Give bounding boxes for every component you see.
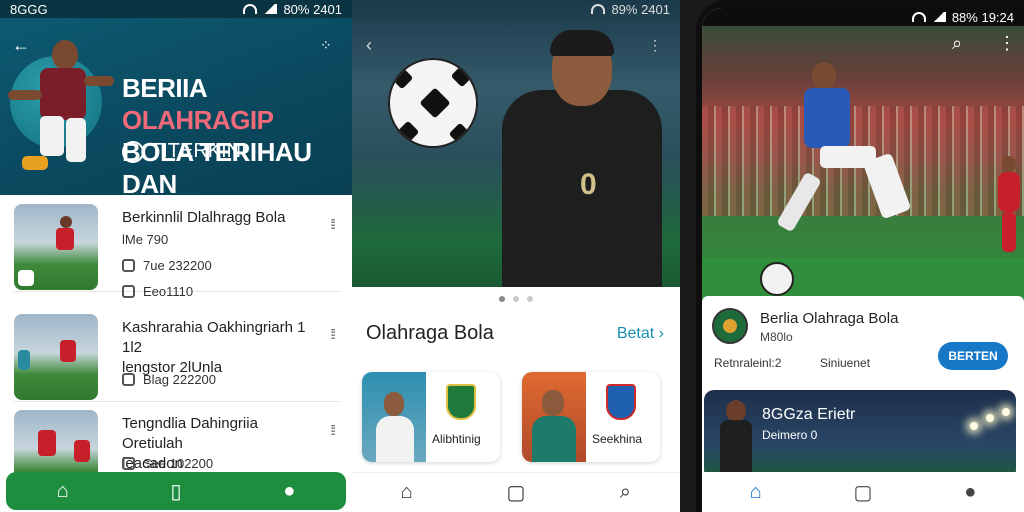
chat-icon[interactable]: ▢ xyxy=(845,480,881,505)
news-title: Kashrarahia Oakhingriarh 1 1l2 lengstor … xyxy=(122,318,322,378)
search-icon[interactable]: ⌕ xyxy=(607,481,643,504)
status-bar: 89% 2401 xyxy=(352,0,680,18)
floodlight xyxy=(986,414,994,422)
more-options-icon[interactable]: ⁞⁞ xyxy=(330,326,336,342)
signal-icon xyxy=(263,4,278,14)
bottom-navigation: ⌂ ▢ ⌕ xyxy=(352,472,680,512)
back-chevron-icon[interactable]: ‹ xyxy=(366,36,372,54)
team-card[interactable]: Alibhtinig xyxy=(362,372,500,462)
wifi-icon xyxy=(243,4,258,14)
news-title-line1: Kashrarahia Oakhingriarh 1 1l2 xyxy=(122,319,306,356)
club-crest-icon xyxy=(606,384,636,420)
news-item[interactable]: Berkinnlil Dlalhragg Bola lMe 790 7ue 23… xyxy=(14,196,340,299)
news-title-line1: Tengndlia Dahingriia Oretiulah xyxy=(122,415,258,452)
news-icon[interactable]: ▢ xyxy=(498,480,534,505)
more-options-icon[interactable]: ⁞⁞ xyxy=(330,216,336,232)
player-photo xyxy=(362,372,426,462)
grid-menu-icon[interactable]: ⁘ xyxy=(320,36,332,54)
header-banner: 8GGG 80% 2401 ← ⁘ BERIIA OLAHRAGIP BOLA … xyxy=(0,0,352,199)
club-title: Berlia Olahraga Bola xyxy=(760,310,899,327)
carousel-pager[interactable] xyxy=(352,296,680,302)
home-icon[interactable]: ⌂ xyxy=(738,481,774,504)
more-options-icon[interactable]: ⁞⁞ xyxy=(330,422,336,438)
profile-icon[interactable]: ● xyxy=(271,480,307,503)
see-more-link[interactable]: Betat › xyxy=(617,325,664,343)
news-thumbnail xyxy=(14,204,98,290)
tag-icon xyxy=(122,457,135,470)
shirt-number: 0 xyxy=(580,168,597,201)
player-figure xyxy=(8,38,114,178)
player-hair xyxy=(550,30,614,56)
wifi-icon xyxy=(911,12,926,22)
status-indicators: 88% 19:24 xyxy=(951,9,1014,25)
calendar-icon xyxy=(122,373,135,386)
news-title: Berkinnlil Dlalhragg Bola xyxy=(122,209,286,226)
clock-icon xyxy=(122,285,135,298)
home-icon[interactable]: ⌂ xyxy=(389,481,425,504)
home-icon[interactable]: ⌂ xyxy=(45,480,81,503)
bottom-navigation: ⌂ ▯ ● xyxy=(0,472,352,512)
featured-player-banner[interactable]: 89% 2401 ‹ ⋮ 0 xyxy=(352,0,680,287)
news-meta-views: Eeo1110 xyxy=(122,284,193,299)
wifi-icon xyxy=(591,4,606,14)
follow-button[interactable]: BERTEN xyxy=(938,342,1008,370)
news-meta-date: See 102200 xyxy=(122,456,213,471)
club-subtitle: M80lo xyxy=(760,330,793,344)
section-title: Olahraga Bola xyxy=(366,322,494,344)
status-bar: 8GGG 80% 2401 xyxy=(0,0,352,18)
news-item[interactable]: Kashrarahia Oakhingriarh 1 1l2 lengstor … xyxy=(14,306,340,402)
news-meta-date: lMe 790 xyxy=(122,232,169,247)
news-thumbnail xyxy=(14,314,98,400)
team-card-label: Alibhtinig xyxy=(432,432,481,446)
carrier-label: 8GGG xyxy=(10,1,48,17)
club-logo xyxy=(712,308,748,344)
bottom-navigation: ⌂ ▢ ● xyxy=(702,472,1024,512)
team-cards: Alibhtinig Seekhina xyxy=(362,372,674,464)
screen-news-home: 8GGG 80% 2401 ← ⁘ BERIIA OLAHRAGIP BOLA … xyxy=(0,0,352,512)
team-card[interactable]: Seekhina xyxy=(522,372,660,462)
player-figure xyxy=(716,400,756,480)
club-crest-icon xyxy=(446,384,476,420)
signal-icon xyxy=(931,12,946,22)
search-icon[interactable]: ⌕ xyxy=(952,34,962,52)
news-meta-date: Blag 222200 xyxy=(122,372,216,387)
pager-dot[interactable] xyxy=(527,296,533,302)
floodlight xyxy=(1002,408,1010,416)
status-bar: 88% 19:24 xyxy=(702,8,1024,26)
player-photo xyxy=(522,372,586,462)
football-image xyxy=(760,262,794,296)
pager-dot[interactable] xyxy=(499,296,505,302)
phone-screen: 88% 19:24 ⌕ ⋮ Berlia Olahraga Bola M80lo… xyxy=(702,8,1024,512)
match-action-photo[interactable] xyxy=(702,26,1024,318)
news-meta-time: 7ue 232200 xyxy=(122,258,212,273)
background-player xyxy=(994,156,1024,256)
promo-card[interactable]: 8GGza Erietr Deimero 0 xyxy=(704,390,1016,480)
hero-title-accent: OLAHRAGIP xyxy=(122,105,274,135)
club-info-card: Berlia Olahraga Bola M80lo Retnraleinl:2… xyxy=(702,296,1024,382)
club-badge-icon xyxy=(122,140,144,163)
pager-dot[interactable] xyxy=(513,296,519,302)
hero-subtitle: TITERKINI xyxy=(122,140,247,163)
more-options-icon[interactable]: ⋮ xyxy=(648,36,662,54)
tag-icon xyxy=(122,259,135,272)
profile-icon[interactable]: ● xyxy=(952,481,988,504)
status-indicators: 80% 2401 xyxy=(283,1,342,17)
screen-phone-mockup: 88% 19:24 ⌕ ⋮ Berlia Olahraga Bola M80lo… xyxy=(680,0,1024,512)
promo-subtitle: Deimero 0 xyxy=(762,428,818,442)
club-stat-left: Retnraleinl:2 xyxy=(714,356,782,370)
status-indicators: 89% 2401 xyxy=(611,1,670,17)
player-figure xyxy=(776,62,922,252)
team-card-label: Seekhina xyxy=(592,432,643,446)
hero-title: BERIIA OLAHRAGIP BOLA TERIHAU DAN xyxy=(122,72,352,200)
shield-icon[interactable]: ▯ xyxy=(158,479,194,504)
hero-subtitle-text: TITERKINI xyxy=(150,140,247,162)
floodlight xyxy=(970,422,978,430)
promo-title: 8GGza Erietr xyxy=(762,406,856,423)
more-options-icon[interactable]: ⋮ xyxy=(998,34,1016,52)
club-stat-mid: Siniuenet xyxy=(820,356,871,370)
hero-title-line1: BERIIA xyxy=(122,73,207,103)
screen-match-detail: 89% 2401 ‹ ⋮ 0 Olahraga Bola Betat › Ali… xyxy=(352,0,680,512)
football-image xyxy=(388,58,478,148)
